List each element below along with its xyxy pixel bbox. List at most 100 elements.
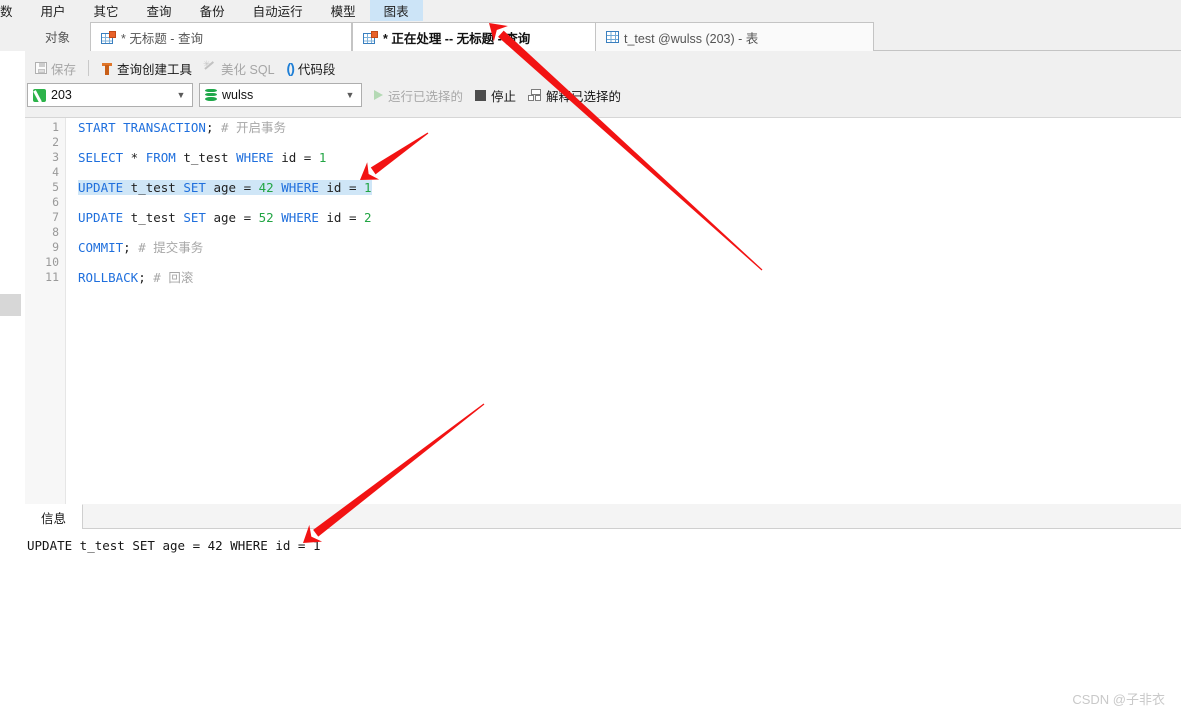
sql-token: ; [123,240,131,255]
menu-bar: 数 用户 其它 查询 备份 自动运行 模型 图表 [0,0,1181,22]
sql-line[interactable]: UPDATE t_test SET age = 52 WHERE id = 2 [67,210,1181,225]
sql-line[interactable] [67,165,1181,180]
menu-item-2[interactable]: 用户 [27,0,80,21]
sql-line[interactable]: COMMIT; # 提交事务 [67,240,1181,255]
line-number: 4 [52,165,59,179]
sql-line[interactable]: START TRANSACTION; # 开启事务 [67,120,1181,135]
line-number: 9 [52,240,59,254]
connection-icon [33,88,46,102]
explain-selected-button[interactable]: 解释已选择的 [528,86,621,105]
sql-line-content [78,135,86,150]
beautify-sql-button[interactable]: 美化 SQL [198,57,281,79]
line-number: 10 [45,255,59,269]
sql-token: WHERE [236,150,274,165]
result-message-text: UPDATE t_test SET age = 42 WHERE id = 1 [27,538,321,553]
tab-processing-untitled-query[interactable]: * 正在处理 -- 无标题 - 查询 [352,22,614,51]
sql-token: id = [318,210,365,225]
sql-token: ; [138,270,146,285]
database-select-value: wulss [222,88,254,102]
tab-untitled-query-label: * 无标题 - 查询 [121,31,203,46]
tab-objects[interactable]: 对象 [25,22,90,51]
sql-token: 52 [258,210,274,225]
watermark: CSDN @子非衣 [1072,692,1165,707]
sql-line[interactable] [67,255,1181,270]
sql-token: t_test [175,150,237,165]
tab-objects-label: 对象 [44,31,70,45]
line-number: 2 [52,135,59,149]
sql-token: t_test [123,210,184,225]
sql-line-content [78,225,86,240]
sql-editor[interactable]: 1 2 3 4 5 6 7 8 9 10 11 START TRANSACTION; # 开启事务 … [25,118,1181,504]
stop-label: 停止 [491,89,517,104]
run-selected-button[interactable]: 运行已选择的 [374,86,463,105]
menu-item-label: 数 [0,5,13,19]
parentheses-icon: () [286,60,295,76]
query-builder-label: 查询创建工具 [117,62,193,77]
sql-line-content: UPDATE t_test SET age = 42 WHERE id = 1 [78,180,372,195]
sidebar-collapse-handle[interactable] [0,294,21,316]
sql-line[interactable] [67,195,1181,210]
sql-line-content: START TRANSACTION; # 开启事务 [78,120,286,135]
tab-t-test-table[interactable]: t_test @wulss (203) - 表 [595,22,874,51]
play-icon [374,90,383,100]
line-number: 6 [52,195,59,209]
sql-token: 42 [258,180,274,195]
sql-token: id = [318,180,365,195]
menu-item-3[interactable]: 其它 [80,0,133,21]
run-selected-label: 运行已选择的 [388,89,464,104]
menu-item-4[interactable]: 查询 [133,0,186,21]
menu-item-1[interactable]: 数 [0,0,27,21]
magic-wand-icon [203,59,217,75]
code-snippet-label: 代码段 [297,62,336,77]
stop-button[interactable]: 停止 [475,86,516,105]
explain-selected-label: 解释已选择的 [546,89,622,104]
menu-item-label: 图表 [383,5,409,19]
sql-line[interactable] [67,225,1181,240]
sql-token: t_test [123,180,184,195]
sql-line[interactable]: ROLLBACK; # 回滚 [67,270,1181,285]
query-icon [363,30,378,44]
tab-untitled-query[interactable]: * 无标题 - 查询 [90,22,352,51]
sql-line[interactable]: SELECT * FROM t_test WHERE id = 1 [67,150,1181,165]
tab-info[interactable]: 信息 [25,504,84,529]
code-snippet-button[interactable]: () 代码段 [281,57,342,79]
result-message-body: UPDATE t_test SET age = 42 WHERE id = 1 [25,530,1181,718]
menu-item-7[interactable]: 模型 [317,0,370,21]
line-number: 3 [52,150,59,164]
save-button-label: 保存 [51,62,77,77]
menu-item-5[interactable]: 备份 [186,0,239,21]
menu-item-label: 其它 [93,5,119,19]
sql-code-area[interactable]: START TRANSACTION; # 开启事务 SELECT * FROM … [67,118,1181,506]
sql-token: SET [183,210,206,225]
menu-item-label: 模型 [330,5,356,19]
sql-line[interactable] [67,135,1181,150]
query-toolbar-row-run: 203 ▼ wulss ▼ 运行已选择的 停止 解释已选择的 [25,82,633,108]
result-tab-rail: 信息 [25,504,1181,529]
menu-item-8[interactable]: 图表 [369,0,423,21]
database-select[interactable]: wulss ▼ [199,83,362,107]
line-number: 5 [52,180,59,194]
table-grid-icon [606,31,619,43]
chevron-down-icon[interactable]: ▼ [341,90,359,100]
sql-token: COMMIT [78,240,124,255]
beautify-sql-label: 美化 SQL [221,62,275,77]
sql-line-content [78,195,86,210]
query-builder-button[interactable]: 查询创建工具 [95,57,198,79]
toolbar-divider [88,60,90,76]
sql-token: * [123,150,146,165]
save-button[interactable]: 保存 [29,57,82,79]
run-controls: 运行已选择的 停止 解释已选择的 [374,86,633,105]
sql-token: age = [205,180,259,195]
menu-item-label: 备份 [199,5,225,19]
save-icon [35,62,47,74]
line-number: 1 [52,120,59,134]
menu-item-6[interactable]: 自动运行 [239,0,317,21]
sql-token: WHERE [281,180,319,195]
stop-icon [475,89,487,101]
sql-token: UPDATE [78,210,124,225]
sql-line-content: UPDATE t_test SET age = 52 WHERE id = 2 [78,210,372,225]
sql-line-content: SELECT * FROM t_test WHERE id = 1 [78,150,326,165]
chevron-down-icon[interactable]: ▼ [172,90,190,100]
sql-line-selected[interactable]: UPDATE t_test SET age = 42 WHERE id = 1 [67,180,1181,195]
connection-select[interactable]: 203 ▼ [27,83,193,107]
